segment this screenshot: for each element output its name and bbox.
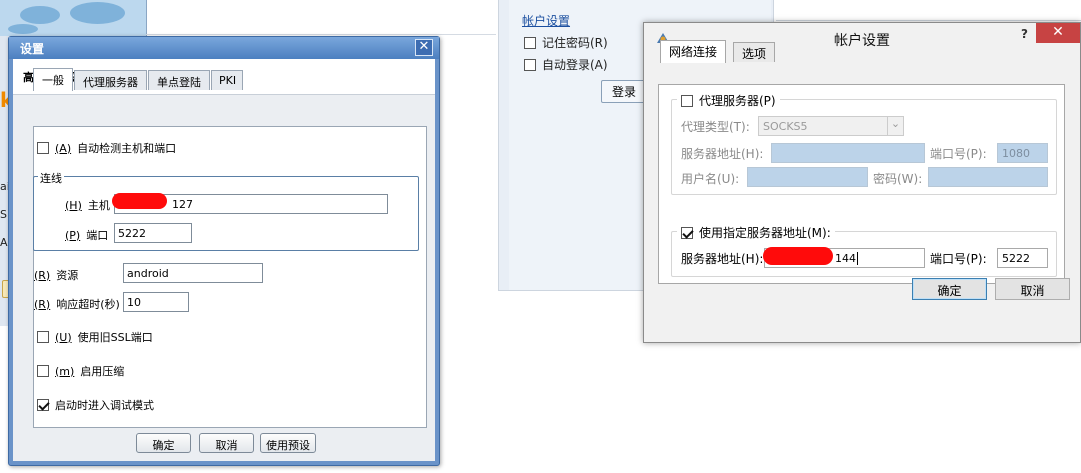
checkbox-box[interactable] [37,142,49,154]
auto-login-label: 自动登录(A) [542,58,608,72]
mnemonic: (U) [55,330,72,344]
mnemonic: (A) [55,141,72,155]
redaction-mark [112,193,167,209]
port-input[interactable]: 5222 [114,223,192,243]
cancel-button[interactable]: 取消 [199,433,254,453]
ok-button[interactable]: 确定 [912,278,987,300]
checkbox-box[interactable] [37,331,49,343]
proxy-server-input[interactable] [771,143,925,163]
account-settings-link[interactable]: 帐户设置 [522,12,570,29]
timeout-label: (R) 响应超时(秒) [34,297,120,312]
use-defaults-button[interactable]: 使用预设 [260,433,316,453]
help-icon[interactable]: ? [1021,27,1028,41]
resource-input[interactable]: android [123,263,263,283]
old-ssl-checkbox[interactable]: (U) 使用旧SSL端口 [37,329,153,345]
proxy-type-label: 代理类型(T): [681,120,750,134]
mnemonic: (R) [34,297,51,311]
tab-network-connection[interactable]: 网络连接 [660,40,727,63]
tab-single-sign-on[interactable]: 单点登陆 [148,70,210,90]
proxy-username-input[interactable] [747,167,868,187]
proxy-port-input[interactable]: 1080 [997,143,1048,163]
checkbox-box[interactable] [37,399,49,411]
ok-button[interactable]: 确定 [136,433,191,453]
port-label: (P) 端口 [65,228,109,243]
custom-server-label: 使用指定服务器地址(M): [699,226,831,240]
tab-proxy-server[interactable]: 代理服务器 [74,70,147,90]
server-port-label: 端口号(P): [930,252,987,266]
proxy-server-label: 服务器地址(H): [681,147,764,161]
compression-checkbox[interactable]: (m) 启用压缩 [37,363,124,379]
tab-pki[interactable]: PKI [211,70,243,90]
mnemonic: (R) [34,268,51,282]
auto-login-checkbox[interactable]: 自动登录(A) [524,56,608,73]
checkbox-box[interactable] [524,36,536,49]
remember-password-label: 记住密码(R) [542,36,608,50]
close-icon[interactable]: ✕ [415,39,433,56]
old-ssl-label: 使用旧SSL端口 [77,331,153,344]
background-map-image [0,0,146,36]
remember-password-checkbox[interactable]: 记住密码(R) [524,34,608,51]
background-divider [146,0,147,36]
cancel-button[interactable]: 取消 [995,278,1070,300]
close-icon[interactable]: ✕ [1036,23,1080,43]
mnemonic: (m) [55,364,75,378]
checkbox-box[interactable] [681,226,693,239]
debug-mode-label: 启动时进入调试模式 [55,399,154,412]
debug-mode-checkbox[interactable]: 启动时进入调试模式 [37,397,154,413]
custom-server-checkbox[interactable]: 使用指定服务器地址(M): [677,224,835,241]
auto-detect-checkbox[interactable]: (A) 自动检测主机和端口 [37,140,176,156]
server-port-input[interactable]: 5222 [997,248,1048,268]
login-button[interactable]: 登录 [601,80,648,103]
chevron-down-icon: ⌄ [887,117,903,135]
checkbox-box[interactable] [524,58,536,71]
checkbox-box[interactable] [681,94,693,107]
connection-group-title: 连线 [38,170,64,186]
background-divider [146,34,496,35]
proxy-password-input[interactable] [928,167,1048,187]
compression-label: 启用压缩 [80,365,125,378]
timeout-input[interactable]: 10 [123,292,189,312]
tab-options[interactable]: 选项 [733,42,776,62]
auto-detect-label: 自动检测主机和端口 [77,142,177,155]
mnemonic: (P) [65,228,81,242]
text-cursor [857,252,858,265]
server-address-label: 服务器地址(H): [681,252,764,266]
background-divider [776,20,1081,21]
host-label: (H) 主机 [65,198,110,213]
proxy-port-label: 端口号(P): [930,147,987,161]
settings-dialog-title: 设置 [20,42,45,56]
mnemonic: (H) [65,198,82,212]
checkbox-box[interactable] [37,365,49,377]
resource-label: (R) 资源 [34,268,79,283]
proxy-checkbox[interactable]: 代理服务器(P) [677,92,780,109]
proxy-type-select[interactable]: SOCKS5 ⌄ [758,116,904,136]
proxy-label: 代理服务器(P) [699,94,776,108]
settings-dialog-titlebar[interactable]: 设置 [9,37,439,59]
proxy-username-label: 用户名(U): [681,172,740,186]
redaction-mark [763,247,833,265]
proxy-password-label: 密码(W): [873,172,923,186]
tab-general[interactable]: 一般 [33,68,73,91]
